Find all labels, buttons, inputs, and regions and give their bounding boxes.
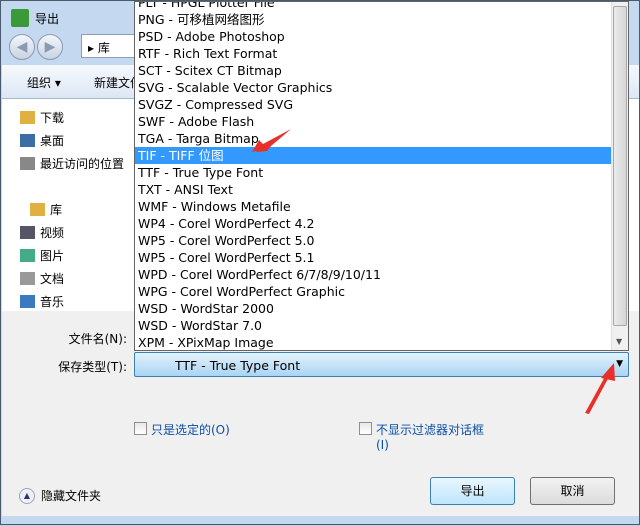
annotation-arrow-combo <box>585 363 615 414</box>
annotation-arrow-list <box>252 129 291 152</box>
export-dialog: 导出 ◀ ▶ ▸ 库 组织 ▾ 新建文件夹 下载 桌面 最近访问的位置库视频 图片 文档… <box>0 0 640 525</box>
annotation-arrows <box>252 129 615 414</box>
